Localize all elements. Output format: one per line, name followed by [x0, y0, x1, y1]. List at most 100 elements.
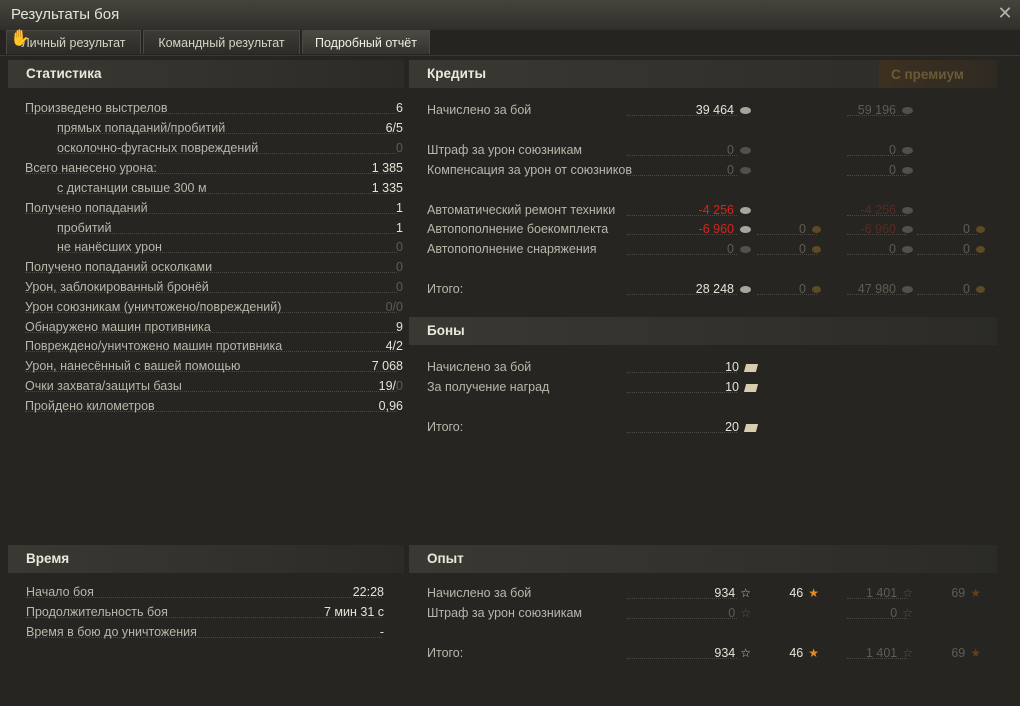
credits-icon [740, 226, 751, 234]
time-label: Продолжительность боя [26, 605, 168, 619]
gold-icon [976, 286, 985, 294]
bond-row: За получение наград 10 [427, 377, 759, 397]
stat-row: Всего нанесено урона: 1 385 [25, 158, 403, 178]
credits-icon [740, 107, 751, 115]
bonds-title: Боны [427, 323, 465, 338]
bonds-icon [743, 383, 759, 392]
exp-value: 934 ☆ [714, 643, 751, 663]
exp-value: 1 401 ☆ [866, 583, 913, 603]
credit-amount: 59 196 [857, 103, 896, 117]
credits-icon [740, 167, 751, 175]
credits-icon [740, 147, 751, 155]
close-icon[interactable]: ✕ [996, 4, 1014, 22]
bond-amount: 10 [725, 380, 739, 394]
experience-header: Опыт [409, 545, 997, 573]
credit-amount: 0 [963, 242, 970, 256]
premium-title: С премиум [891, 67, 964, 82]
stat-value: 6/5 [386, 118, 403, 138]
stat-row: Получено попаданий 1 [25, 198, 403, 218]
stat-label: Получено попаданий осколками [25, 260, 213, 274]
stat-value: 4/2 [386, 336, 403, 356]
credit-value: 0 [963, 239, 985, 259]
gold-icon [812, 226, 821, 234]
bond-amount: 20 [725, 420, 739, 434]
bond-row: Начислено за бой 10 [427, 357, 759, 377]
stat-row: Произведено выстрелов 6 [25, 98, 403, 118]
experience-panel: Опыт Начислено за бой 934 ☆ 46 ★ 1 401 ☆ 69 ★ Штр… [409, 545, 997, 695]
stat-row: не нанёсших урон 0 [25, 237, 403, 257]
exp-amount: 69 [951, 586, 966, 600]
stat-value-text: 0 [396, 240, 403, 254]
hand-cursor-icon: ✋ [10, 30, 30, 47]
stat-value: 0 [396, 138, 403, 158]
credits-icon [902, 246, 913, 254]
credit-value: 0 [889, 160, 913, 180]
exp-row: Штраф за урон союзникам 0 ☆ 0 ☆ [427, 603, 997, 623]
stat-row: осколочно-фугасных повреждений 0 [25, 138, 403, 158]
credits-icon [902, 147, 913, 155]
stat-value: 1 335 [372, 178, 403, 198]
stat-label: Урон союзникам (уничтожено/повреждений) [25, 300, 282, 314]
xp-star-icon: ☆ [902, 606, 913, 620]
xp-star-icon: ☆ [902, 646, 913, 660]
credits-icon [740, 207, 751, 215]
credits-icon [902, 207, 913, 215]
time-title: Время [26, 551, 70, 566]
credit-row: Автопополнение снаряжения 0 0 0 0 [427, 239, 997, 259]
exp-amount: 46 [789, 646, 804, 660]
leader-dots [627, 432, 737, 433]
credit-amount: 0 [727, 143, 734, 157]
credit-label: Автопополнение боекомплекта [427, 222, 609, 236]
exp-amount: 46 [789, 586, 804, 600]
credit-row: Автоматический ремонт техники -4 256 -4 25… [427, 200, 997, 220]
stat-value-text: 1 385 [371, 161, 403, 175]
stat-value-text: 6 [396, 101, 403, 115]
credit-value: -4 256 [699, 200, 751, 220]
stat-row: Очки захвата/защиты базы 19/0 [25, 376, 403, 396]
exp-amount: 1 401 [865, 586, 898, 600]
title-bar[interactable]: Результаты боя ✕ [0, 0, 1020, 30]
stat-row: Обнаружено машин противника 9 [25, 317, 403, 337]
credits-title: Кредиты [427, 66, 487, 81]
credit-row: Автопополнение боекомплекта -6 960 0 -6 960… [427, 219, 997, 239]
stat-label: Получено попаданий [25, 201, 148, 215]
time-header: Время [8, 545, 404, 573]
time-panel: Время Начало боя 22:28 Продолжительность б… [8, 545, 404, 695]
stat-value: 0 [396, 237, 403, 257]
credit-amount: 0 [799, 242, 806, 256]
statistics-header: Статистика [8, 60, 404, 88]
stat-value-text: 0,96 [378, 399, 403, 413]
exp-value: 69 ★ [951, 583, 981, 603]
leader-dots [627, 155, 737, 156]
credit-amount: 0 [799, 282, 806, 296]
tab-detailed-report[interactable]: Подробный отчёт [302, 30, 430, 54]
credit-amount: 47 980 [857, 282, 896, 296]
stat-value: 0 [396, 277, 403, 297]
window-title: Результаты боя [11, 6, 120, 23]
stat-label: осколочно-фугасных повреждений [57, 141, 259, 155]
credit-amount: 28 248 [695, 282, 734, 296]
credit-value: -6 960 [861, 219, 913, 239]
credit-amount: 39 464 [695, 103, 734, 117]
stat-label: Повреждено/уничтожено машин противника [25, 339, 283, 353]
exp-value: 0 ☆ [890, 603, 913, 623]
xp-star-icon: ☆ [740, 586, 751, 600]
tab-team-result[interactable]: Командный результат [143, 30, 300, 54]
leader-dots [627, 392, 737, 393]
gold-icon [976, 246, 985, 254]
stat-value: 19/0 [379, 376, 403, 396]
credit-amount: 0 [889, 163, 896, 177]
credit-amount: 0 [727, 242, 734, 256]
credit-amount: 0 [799, 222, 806, 236]
stat-row: Урон, заблокированный бронёй 0 [25, 277, 403, 297]
stat-value-text: 0 [396, 141, 403, 155]
stat-value-text: 6/5 [385, 121, 403, 135]
credits-panel: Кредиты С премиум Начислено за бой 39 464… [409, 60, 997, 310]
credit-row: Компенсация за урон от союзников 0 0 [427, 160, 997, 180]
free-xp-star-icon: ★ [970, 646, 981, 660]
exp-amount: 1 401 [865, 646, 898, 660]
time-label: Время в бою до уничтожения [26, 625, 197, 639]
stat-value: 9 [396, 317, 403, 337]
stat-value-text: 9 [396, 320, 403, 334]
credit-amount: -4 256 [698, 203, 734, 217]
